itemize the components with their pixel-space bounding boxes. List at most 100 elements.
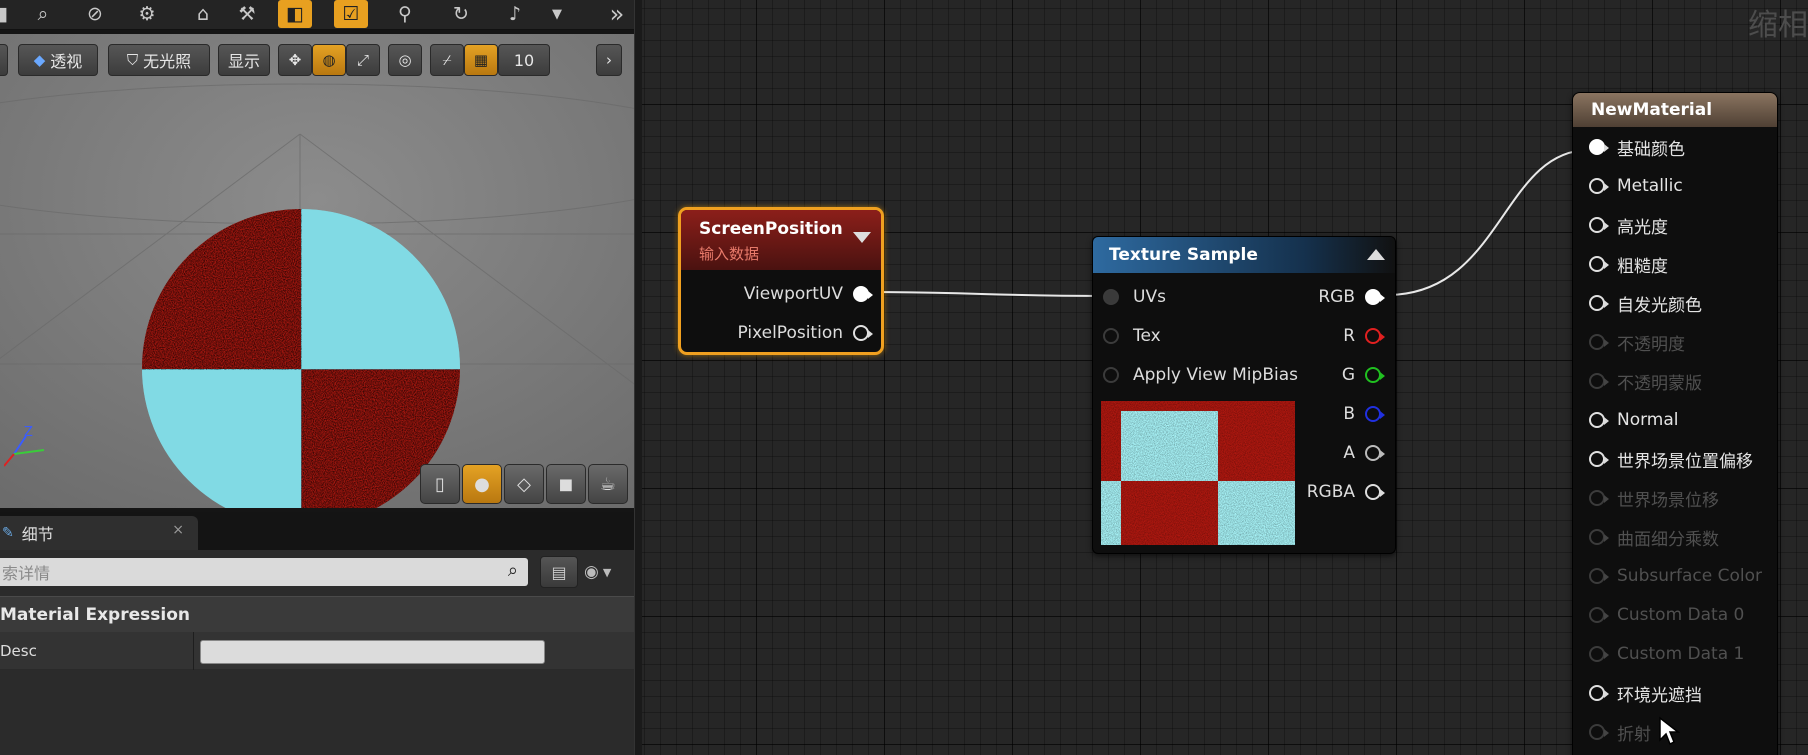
output-pin-icon[interactable] xyxy=(853,325,873,341)
rgba-output[interactable]: RGBA xyxy=(1307,480,1385,504)
scale-tool[interactable]: ⤢ xyxy=(346,44,380,76)
overflow-chevron-icon[interactable]: » xyxy=(600,0,634,28)
viewportuv-output[interactable]: ViewportUV xyxy=(744,282,873,306)
expand-arrow-icon[interactable] xyxy=(853,232,871,243)
custom-mesh-preview-button[interactable]: ☕ xyxy=(588,464,628,504)
toolbar-overflow-button[interactable]: › xyxy=(596,44,622,76)
live-preview-icon[interactable]: ◧ xyxy=(278,0,312,28)
preview-viewport[interactable]: ◆ 透视 ⛉ 无光照 显示 ✥ ◍ ⤢ ◎ ⌿ ▦ 10 › Z ▯ ● ◇ ◼… xyxy=(0,34,634,508)
input-pin-icon[interactable] xyxy=(1589,607,1609,623)
g-output[interactable]: G xyxy=(1342,363,1385,387)
material-pin-row[interactable]: 基础颜色 xyxy=(1589,135,1685,160)
input-pin-icon[interactable] xyxy=(1589,256,1609,272)
input-pin-icon[interactable] xyxy=(1589,139,1609,155)
grid-snap-value[interactable]: 10 xyxy=(498,44,550,76)
output-pin-icon[interactable] xyxy=(1365,445,1385,461)
input-pin-icon[interactable] xyxy=(1103,289,1119,305)
input-pin-icon[interactable] xyxy=(1589,217,1609,233)
translate-tool[interactable]: ✥ xyxy=(278,44,312,76)
rotate-tool[interactable]: ◍ xyxy=(312,44,346,76)
screen-position-node[interactable]: ScreenPosition 输入数据 ViewportUV PixelPosi… xyxy=(678,207,884,355)
material-result-node[interactable]: NewMaterial 基础颜色 Metallic 高光度粗糙度自发光颜色不透明度不… xyxy=(1572,92,1778,755)
r-output[interactable]: R xyxy=(1343,324,1385,348)
refresh-icon[interactable]: ↻ xyxy=(444,0,478,28)
material-pin-row[interactable]: 粗糙度 xyxy=(1589,252,1668,277)
view-options-button[interactable]: ◉ ▼ xyxy=(584,558,632,586)
save-icon[interactable]: ▮ xyxy=(0,0,20,28)
input-pin-icon[interactable] xyxy=(1589,568,1609,584)
sphere-preview-button[interactable]: ● xyxy=(462,464,502,504)
material-pin-row[interactable]: 环境光遮挡 xyxy=(1589,681,1702,706)
panel-splitter[interactable] xyxy=(634,0,642,755)
clean-icon[interactable]: ⊘ xyxy=(78,0,112,28)
plane-preview-button[interactable]: ◇ xyxy=(504,464,544,504)
material-pin-row[interactable]: Normal xyxy=(1589,408,1679,432)
uvs-input[interactable]: UVs xyxy=(1103,285,1166,309)
texture-sample-header[interactable]: Texture Sample xyxy=(1093,237,1395,273)
details-search-input[interactable]: 索详情 ⌕ xyxy=(0,558,528,586)
stats-icon[interactable]: ⚲ xyxy=(388,0,422,28)
apply-view-mipbias-input[interactable]: Apply View MipBias xyxy=(1103,363,1298,387)
material-pin-row[interactable]: 世界场景位置偏移 xyxy=(1589,447,1753,472)
search-icon[interactable]: ⌕ xyxy=(508,560,518,581)
input-pin-icon[interactable] xyxy=(1589,334,1609,350)
material-pin-row[interactable]: 不透明蒙版 xyxy=(1589,369,1702,394)
material-pin-row[interactable]: 曲面细分乘数 xyxy=(1589,525,1719,550)
viewport-options-button[interactable] xyxy=(0,44,8,76)
texture-sample-node[interactable]: Texture Sample UVs Tex Apply View MipBia… xyxy=(1092,236,1396,554)
output-pin-icon[interactable] xyxy=(1365,406,1385,422)
material-pin-row[interactable]: 折射 xyxy=(1589,720,1651,745)
dropdown-arrow-icon[interactable]: ▼ xyxy=(540,0,574,28)
collapse-arrow-icon[interactable] xyxy=(1367,249,1385,260)
live-update-icon[interactable]: ☑ xyxy=(334,0,368,28)
output-pin-icon[interactable] xyxy=(1365,289,1385,305)
grid-snap-toggle[interactable]: ▦ xyxy=(464,44,498,76)
output-pin-icon[interactable] xyxy=(1365,328,1385,344)
material-pin-row[interactable]: Custom Data 0 xyxy=(1589,603,1744,627)
home-icon[interactable]: ⌂ xyxy=(186,0,220,28)
lighting-mode-button[interactable]: ⛉ 无光照 xyxy=(108,44,210,76)
input-pin-icon[interactable] xyxy=(1589,685,1609,701)
input-pin-icon[interactable] xyxy=(1589,451,1609,467)
screen-position-header[interactable]: ScreenPosition 输入数据 xyxy=(681,210,881,270)
close-icon[interactable]: × xyxy=(172,522,184,538)
category-header[interactable]: Material Expression xyxy=(0,596,634,632)
rgb-output[interactable]: RGB xyxy=(1318,285,1385,309)
desc-input[interactable] xyxy=(200,640,545,664)
apply-icon[interactable]: ⚙ xyxy=(130,0,164,28)
find-icon[interactable]: ⌕ xyxy=(26,0,60,28)
world-local-toggle[interactable]: ◎ xyxy=(388,44,422,76)
surface-snap-button[interactable]: ⌿ xyxy=(430,44,464,76)
material-pin-row[interactable]: Subsurface Color xyxy=(1589,564,1762,588)
perspective-button[interactable]: ◆ 透视 xyxy=(18,44,98,76)
output-pin-icon[interactable] xyxy=(1365,484,1385,500)
hierarchy-icon[interactable]: ⚒ xyxy=(230,0,264,28)
input-pin-icon[interactable] xyxy=(1589,178,1609,194)
material-pin-row[interactable]: 不透明度 xyxy=(1589,330,1685,355)
material-graph[interactable]: 缩相 ScreenPosition 输入数据 ViewportUV PixelP… xyxy=(642,0,1808,755)
material-result-header[interactable]: NewMaterial xyxy=(1573,93,1777,127)
cube-preview-button[interactable]: ◼ xyxy=(546,464,586,504)
b-output[interactable]: B xyxy=(1343,402,1385,426)
property-matrix-button[interactable]: ▤ xyxy=(540,556,578,588)
material-pin-row[interactable]: 世界场景位移 xyxy=(1589,486,1719,511)
tab-details[interactable]: ✎ 细节 × xyxy=(0,516,198,550)
input-pin-icon[interactable] xyxy=(1103,328,1119,344)
a-output[interactable]: A xyxy=(1343,441,1385,465)
input-pin-icon[interactable] xyxy=(1589,373,1609,389)
output-pin-icon[interactable] xyxy=(1365,367,1385,383)
tex-input[interactable]: Tex xyxy=(1103,324,1161,348)
input-pin-icon[interactable] xyxy=(1589,490,1609,506)
input-pin-icon[interactable] xyxy=(1589,412,1609,428)
input-pin-icon[interactable] xyxy=(1589,295,1609,311)
pixelposition-output[interactable]: PixelPosition xyxy=(737,321,873,345)
input-pin-icon[interactable] xyxy=(1589,724,1609,740)
cylinder-preview-button[interactable]: ▯ xyxy=(420,464,460,504)
output-pin-icon[interactable] xyxy=(853,286,873,302)
material-pin-row[interactable]: 高光度 xyxy=(1589,213,1668,238)
input-pin-icon[interactable] xyxy=(1103,367,1119,383)
material-pin-row[interactable]: Custom Data 1 xyxy=(1589,642,1744,666)
material-pin-row[interactable]: Metallic xyxy=(1589,174,1683,198)
input-pin-icon[interactable] xyxy=(1589,529,1609,545)
material-pin-row[interactable]: 自发光颜色 xyxy=(1589,291,1702,316)
